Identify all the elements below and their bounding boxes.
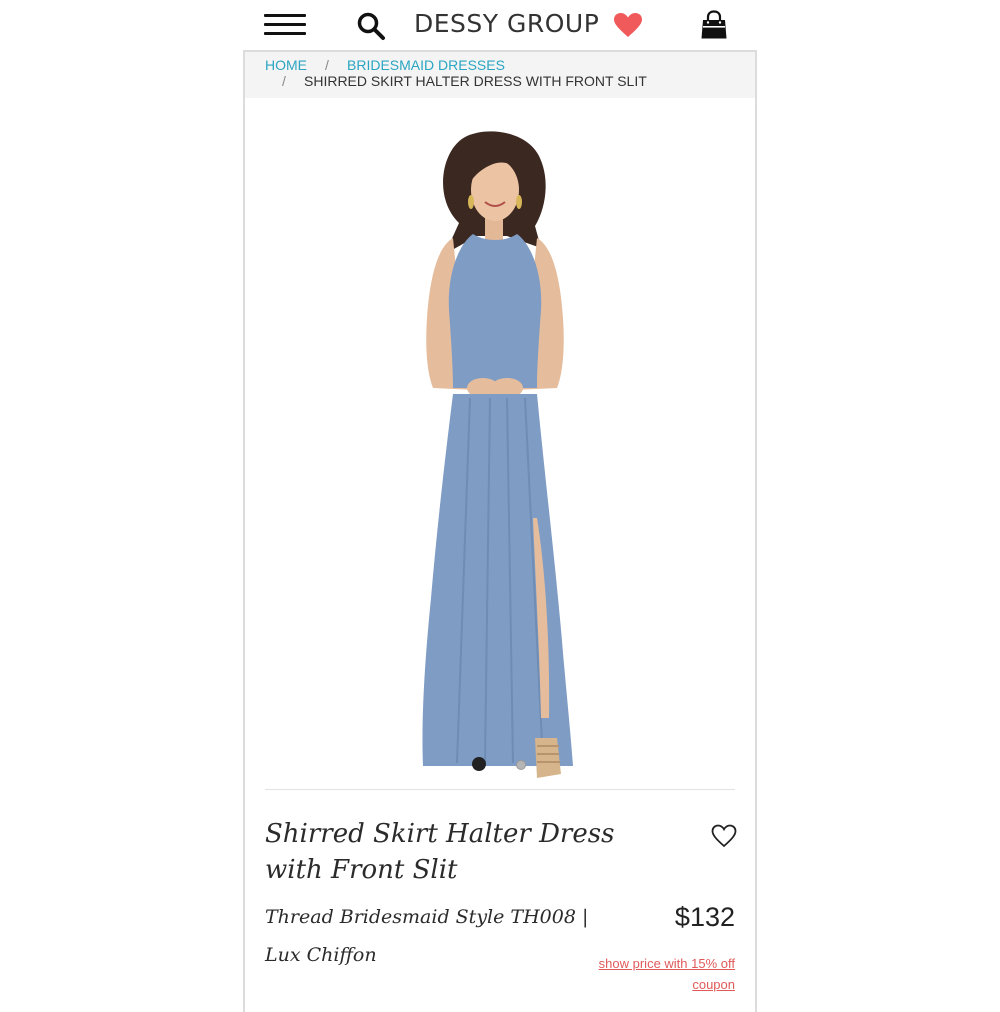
gallery-pagination xyxy=(245,754,755,774)
heart-icon[interactable] xyxy=(613,12,643,38)
gallery-dot[interactable] xyxy=(516,760,526,770)
product-card: HOME / BRIDESMAID DRESSES / SHIRRED SKIR… xyxy=(243,50,757,1012)
product-price: $132 xyxy=(674,902,735,932)
top-header: DESSY GROUP xyxy=(0,0,1000,50)
breadcrumb-current: SHIRRED SKIRT HALTER DRESS WITH FRONT SL… xyxy=(304,73,647,89)
breadcrumb-category[interactable]: BRIDESMAID DRESSES xyxy=(347,57,505,73)
brand-logo[interactable]: DESSY GROUP xyxy=(414,9,599,38)
breadcrumb-separator: / xyxy=(282,73,286,89)
wishlist-heart-icon[interactable] xyxy=(711,824,737,848)
product-title: Shirred Skirt Halter Dress with Front Sl… xyxy=(265,819,615,885)
product-style: Thread Bridesmaid Style TH008 | xyxy=(265,906,589,928)
divider xyxy=(265,789,735,790)
breadcrumb-home[interactable]: HOME xyxy=(265,57,307,73)
breadcrumb: HOME / BRIDESMAID DRESSES / SHIRRED SKIR… xyxy=(245,52,755,98)
shopping-bag-icon[interactable] xyxy=(700,10,728,40)
gallery-dot-active[interactable] xyxy=(472,757,486,771)
product-image[interactable] xyxy=(245,98,755,788)
search-icon[interactable] xyxy=(356,11,386,41)
breadcrumb-separator: / xyxy=(325,57,329,73)
coupon-link[interactable]: show price with 15% off coupon xyxy=(575,953,735,995)
menu-icon[interactable] xyxy=(264,14,306,36)
product-fabric: Lux Chiffon xyxy=(265,944,377,966)
